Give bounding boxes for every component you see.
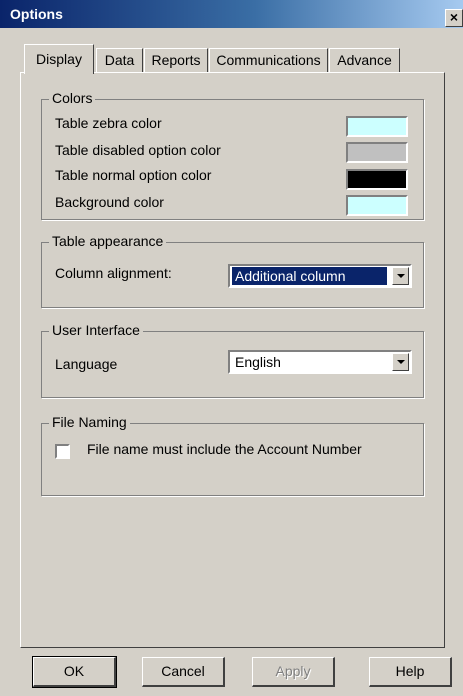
file-naming-group [41,423,424,496]
account-number-checkbox[interactable] [55,444,70,459]
tab-data[interactable]: Data [96,48,143,73]
table-normal-option-color-label: Table normal option color [55,167,212,183]
account-number-checkbox-label[interactable]: File name must include the Account Numbe… [87,441,362,457]
language-value: English [235,354,281,370]
tab-reports[interactable]: Reports [144,48,208,73]
language-label: Language [55,356,118,372]
language-select[interactable]: English [228,350,412,374]
table-zebra-color-swatch[interactable] [346,116,408,137]
window-title: Options [10,6,63,22]
colors-group-title: Colors [49,90,96,106]
column-alignment-label: Column alignment: [55,265,172,281]
table-disabled-option-color-swatch[interactable] [346,142,408,163]
close-button[interactable]: × [445,9,463,27]
column-alignment-select[interactable]: Additional column [228,264,412,288]
user-interface-group-title: User Interface [49,322,143,338]
chevron-down-icon[interactable] [392,267,409,285]
tab-advance[interactable]: Advance [329,48,400,73]
file-naming-group-title: File Naming [49,414,130,430]
background-color-label: Background color [55,194,164,210]
cancel-button[interactable]: Cancel [142,657,225,687]
table-appearance-group-title: Table appearance [49,233,167,249]
close-icon: × [449,9,459,25]
apply-button[interactable]: Apply [252,657,335,687]
help-button[interactable]: Help [369,657,452,687]
column-alignment-value: Additional column [232,267,387,285]
tab-communications[interactable]: Communications [209,48,328,73]
table-disabled-option-color-label: Table disabled option color [55,142,221,158]
background-color-swatch[interactable] [346,195,408,216]
chevron-down-icon[interactable] [392,353,409,371]
title-bar[interactable]: Options × [0,0,463,28]
table-zebra-color-label: Table zebra color [55,115,162,131]
ok-button[interactable]: OK [32,656,117,688]
table-normal-option-color-swatch[interactable] [346,169,408,190]
tab-display[interactable]: Display [24,44,94,74]
